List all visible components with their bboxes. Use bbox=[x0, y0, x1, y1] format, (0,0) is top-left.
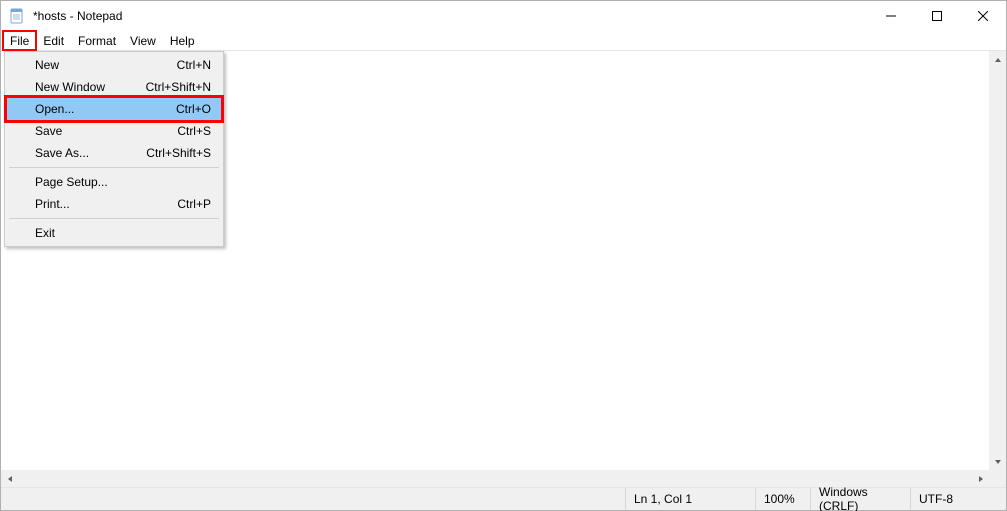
window-controls bbox=[868, 1, 1006, 31]
status-spacer bbox=[1, 488, 626, 510]
file-menu-open[interactable]: Open... Ctrl+O bbox=[7, 98, 221, 120]
maximize-button[interactable] bbox=[914, 1, 960, 31]
file-menu-page-setup-label: Page Setup... bbox=[35, 175, 108, 189]
minimize-button[interactable] bbox=[868, 1, 914, 31]
menu-bar: File Edit Format View Help bbox=[1, 31, 1006, 51]
file-menu-exit-label: Exit bbox=[35, 226, 55, 240]
file-menu-print-label: Print... bbox=[35, 197, 70, 211]
file-menu-new-window-shortcut: Ctrl+Shift+N bbox=[146, 80, 211, 94]
menu-file[interactable]: File bbox=[3, 31, 36, 50]
status-bar: Ln 1, Col 1 100% Windows (CRLF) UTF-8 bbox=[1, 487, 1006, 510]
file-menu-new-window[interactable]: New Window Ctrl+Shift+N bbox=[7, 76, 221, 98]
notepad-icon bbox=[9, 8, 25, 24]
file-menu-exit[interactable]: Exit bbox=[7, 222, 221, 244]
file-menu-print[interactable]: Print... Ctrl+P bbox=[7, 193, 221, 215]
menu-view[interactable]: View bbox=[123, 31, 163, 50]
menu-edit[interactable]: Edit bbox=[36, 31, 71, 50]
file-menu-dropdown: New Ctrl+N New Window Ctrl+Shift+N Open.… bbox=[4, 51, 224, 247]
window-title: *hosts - Notepad bbox=[31, 9, 868, 23]
scroll-corner bbox=[989, 470, 1006, 487]
title-bar: *hosts - Notepad bbox=[1, 1, 1006, 31]
file-menu-print-shortcut: Ctrl+P bbox=[177, 197, 211, 211]
file-menu-open-label: Open... bbox=[35, 102, 74, 116]
vertical-scrollbar[interactable] bbox=[989, 51, 1006, 470]
file-menu-save-label: Save bbox=[35, 124, 62, 138]
file-menu-save-as[interactable]: Save As... Ctrl+Shift+S bbox=[7, 142, 221, 164]
scroll-right-icon[interactable] bbox=[972, 470, 989, 487]
status-encoding: UTF-8 bbox=[911, 488, 1006, 510]
file-menu-new-window-label: New Window bbox=[35, 80, 105, 94]
file-menu-open-shortcut: Ctrl+O bbox=[176, 102, 211, 116]
close-button[interactable] bbox=[960, 1, 1006, 31]
scroll-up-icon[interactable] bbox=[989, 51, 1006, 68]
file-menu-save-as-shortcut: Ctrl+Shift+S bbox=[146, 146, 211, 160]
notepad-window: *hosts - Notepad File Edit Format View H… bbox=[0, 0, 1007, 511]
file-menu-save-shortcut: Ctrl+S bbox=[177, 124, 211, 138]
menu-separator bbox=[9, 167, 219, 168]
file-menu-page-setup[interactable]: Page Setup... bbox=[7, 171, 221, 193]
status-line-ending: Windows (CRLF) bbox=[811, 488, 911, 510]
horizontal-scrollbar[interactable] bbox=[1, 470, 989, 487]
file-menu-new-shortcut: Ctrl+N bbox=[177, 58, 211, 72]
scroll-down-icon[interactable] bbox=[989, 453, 1006, 470]
menu-help[interactable]: Help bbox=[163, 31, 202, 50]
file-menu-new-label: New bbox=[35, 58, 59, 72]
status-position: Ln 1, Col 1 bbox=[626, 488, 756, 510]
menu-separator bbox=[9, 218, 219, 219]
file-menu-new[interactable]: New Ctrl+N bbox=[7, 54, 221, 76]
status-zoom: 100% bbox=[756, 488, 811, 510]
scroll-left-icon[interactable] bbox=[1, 470, 18, 487]
menu-format[interactable]: Format bbox=[71, 31, 123, 50]
file-menu-save[interactable]: Save Ctrl+S bbox=[7, 120, 221, 142]
file-menu-save-as-label: Save As... bbox=[35, 146, 89, 160]
